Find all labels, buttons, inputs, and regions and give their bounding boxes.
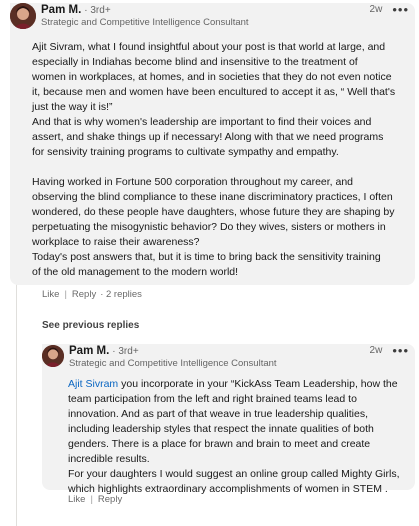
divider: | [90, 494, 93, 505]
author-name[interactable]: Pam M. [69, 345, 109, 357]
author-name[interactable]: Pam M. [41, 4, 81, 16]
comment-text: Ajit Sivram, what I found insightful abo… [32, 41, 396, 158]
reply-button[interactable]: Reply [72, 289, 96, 300]
comment: Pam M. · 3rd+ Strategic and Competitive I… [10, 3, 415, 300]
comment-meta: 2w ••• [369, 344, 409, 357]
comment-actions: Like | Reply · 2 replies [10, 289, 415, 300]
timestamp: 2w [369, 4, 383, 15]
comment-header: Pam M. · 3rd+ Strategic and Competitive I… [42, 344, 415, 374]
author-info: Pam M. · 3rd+ Strategic and Competitive I… [41, 4, 415, 29]
author-headline: Strategic and Competitive Intelligence C… [69, 358, 277, 369]
comment-text-body: you incorporate in your “KickAss Team Le… [68, 378, 400, 495]
avatar-image [10, 3, 36, 29]
comment-meta: 2w ••• [369, 3, 409, 16]
avatar-image [42, 345, 64, 367]
author-headline: Strategic and Competitive Intelligence C… [41, 17, 249, 28]
avatar[interactable] [10, 3, 36, 29]
timestamp: 2w [369, 345, 383, 356]
comment-bubble: Ajit Sivram, what I found insightful abo… [10, 3, 415, 285]
connection-degree: · 3rd+ [112, 346, 139, 357]
like-button[interactable]: Like [68, 494, 85, 505]
comment-text: Ajit Sivram you incorporate in your “Kic… [68, 377, 407, 497]
reply-comment: Pam M. · 3rd+ Strategic and Competitive I… [42, 344, 415, 505]
reply-button[interactable]: Reply [98, 494, 122, 505]
divider: | [64, 289, 67, 300]
comment-header: Pam M. · 3rd+ Strategic and Competitive I… [10, 3, 415, 33]
mention-link[interactable]: Ajit Sivram [68, 378, 118, 390]
more-options-icon[interactable]: ••• [392, 344, 409, 357]
avatar[interactable] [42, 345, 64, 367]
see-previous-replies-link[interactable]: See previous replies [42, 320, 139, 331]
like-button[interactable]: Like [42, 289, 59, 300]
connection-degree: · 3rd+ [84, 5, 111, 16]
comment-text: Having worked in Fortune 500 corporation… [32, 176, 395, 278]
author-info: Pam M. · 3rd+ Strategic and Competitive I… [69, 345, 415, 370]
reply-count[interactable]: · 2 replies [100, 289, 142, 300]
more-options-icon[interactable]: ••• [392, 3, 409, 16]
